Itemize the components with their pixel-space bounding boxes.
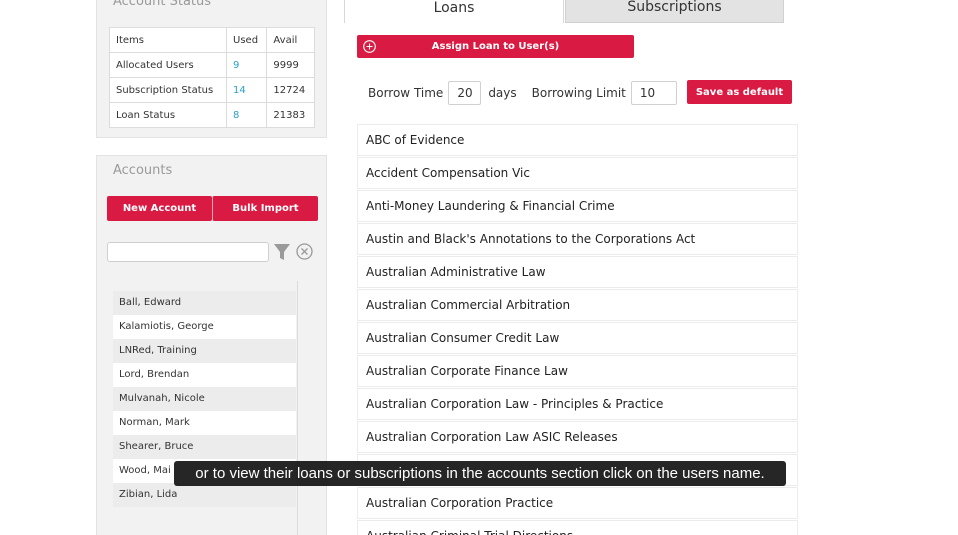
user-list-item[interactable]: Norman, Mark [113, 411, 296, 435]
account-actions: New Account Bulk Import [107, 196, 318, 221]
filter-icon[interactable] [274, 243, 290, 261]
status-avail-value: 12724 [266, 77, 315, 103]
borrowing-limit-input[interactable]: 10 [630, 80, 677, 105]
title-list-item[interactable]: Anti-Money Laundering & Financial Crime [357, 190, 798, 222]
save-as-default-button[interactable]: Save as default [687, 80, 792, 104]
status-item-label: Allocated Users [108, 52, 228, 78]
title-list-item[interactable]: Australian Administrative Law [357, 256, 798, 288]
tab-loans[interactable]: Loans [344, 0, 564, 23]
clear-filter-icon[interactable] [296, 243, 313, 260]
account-status-panel: Account Status Items Used Avail Allocate… [96, 0, 327, 138]
borrow-time-label: Borrow Time [368, 85, 444, 100]
title-list-item[interactable]: Australian Criminal Trial Directions [357, 520, 798, 535]
table-row: Subscription Status 14 12724 [108, 77, 315, 103]
user-list-scrollbar[interactable] [297, 281, 298, 535]
status-item-label: Subscription Status [108, 77, 228, 103]
assign-loan-label: Assign Loan to User(s) [431, 41, 560, 52]
status-item-label: Loan Status [108, 102, 228, 128]
account-status-table: Items Used Avail Allocated Users 9 9999 … [108, 27, 315, 128]
title-list-item[interactable]: Australian Corporation Practice [357, 487, 798, 519]
accounts-title: Accounts [113, 163, 173, 178]
user-list-item[interactable]: Kalamiotis, George [113, 315, 296, 339]
account-status-title: Account Status [113, 0, 212, 9]
borrowing-limit-label: Borrowing Limit [531, 85, 626, 100]
user-list-item[interactable]: Mulvanah, Nicole [113, 387, 296, 411]
status-avail-value: 9999 [266, 52, 315, 78]
assign-loan-button[interactable]: Assign Loan to User(s) [357, 35, 634, 58]
title-list-item[interactable]: Australian Corporation Law ASIC Releases [357, 421, 798, 453]
user-list-item[interactable]: Zibian, Lida [113, 483, 296, 507]
title-list-item[interactable]: Australian Corporate Finance Law [357, 355, 798, 387]
title-list-item[interactable]: Australian Commercial Arbitration [357, 289, 798, 321]
column-header: Used [226, 27, 268, 53]
column-header: Avail [266, 27, 315, 53]
plus-circle-icon [363, 40, 376, 53]
user-list-item[interactable]: Lord, Brendan [113, 363, 296, 387]
borrow-time-input[interactable]: 20 [448, 80, 482, 105]
title-list-item[interactable]: Austin and Black's Annotations to the Co… [357, 223, 798, 255]
user-list-item[interactable]: LNRed, Training [113, 339, 296, 363]
user-list-item[interactable]: Ball, Edward [113, 291, 296, 315]
tab-bar: Loans Subscriptions [344, 0, 784, 23]
days-label: days [488, 85, 517, 100]
video-caption: or to view their loans or subscriptions … [174, 461, 786, 486]
bulk-import-button[interactable]: Bulk Import [212, 196, 318, 221]
title-list-item[interactable]: Australian Corporation Law - Principles … [357, 388, 798, 420]
title-list-item[interactable]: Australian Consumer Credit Law [357, 322, 798, 354]
tab-subscriptions[interactable]: Subscriptions [565, 0, 784, 23]
borrow-settings: Borrow Time 20 days Borrowing Limit 10 [368, 80, 677, 105]
title-list-item[interactable]: Accident Compensation Vic [357, 157, 798, 189]
table-header-row: Items Used Avail [108, 27, 315, 53]
status-used-link[interactable]: 9 [226, 52, 268, 78]
account-search-input[interactable] [107, 242, 269, 262]
title-list-item[interactable]: ABC of Evidence [357, 124, 798, 156]
status-used-link[interactable]: 8 [226, 102, 268, 128]
user-list-item[interactable]: Shearer, Bruce [113, 435, 296, 459]
status-avail-value: 21383 [266, 102, 315, 128]
column-header: Items [108, 27, 228, 53]
status-used-link[interactable]: 14 [226, 77, 268, 103]
table-row: Allocated Users 9 9999 [108, 52, 315, 78]
table-row: Loan Status 8 21383 [108, 102, 315, 128]
new-account-button[interactable]: New Account [107, 196, 212, 221]
